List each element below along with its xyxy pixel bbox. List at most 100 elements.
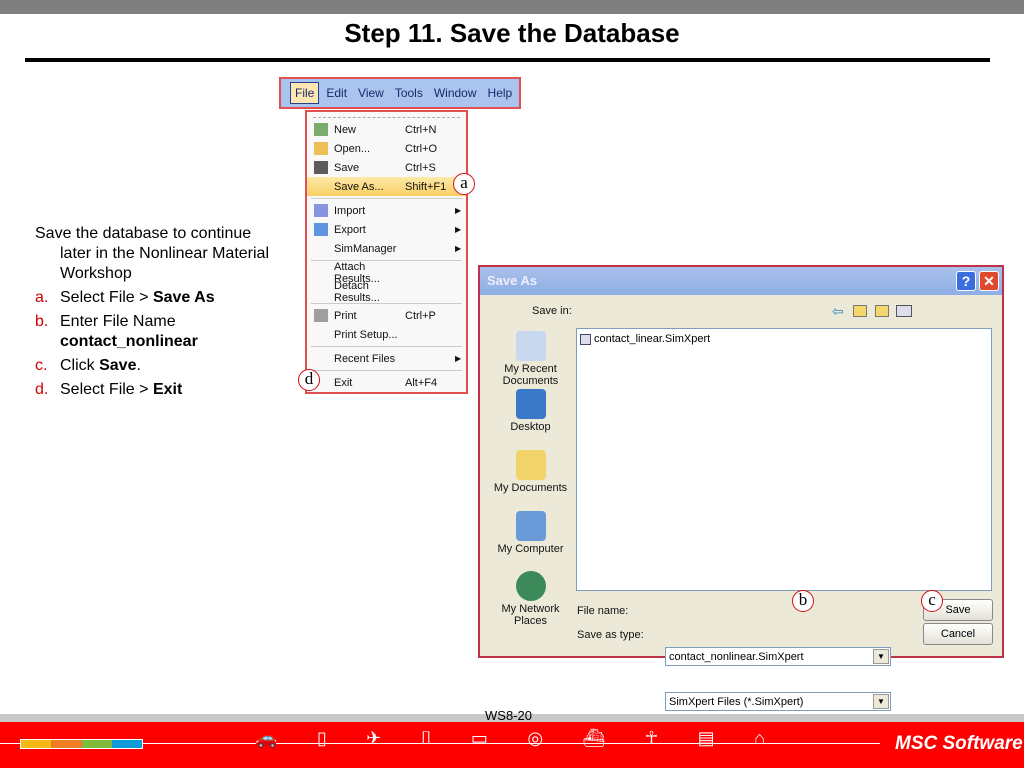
truck-icon: ▤ <box>697 728 715 748</box>
title-rule <box>25 58 990 62</box>
step-letter: d. <box>35 381 49 398</box>
menu-item-recent-files[interactable]: Recent Files ▶ <box>307 349 466 368</box>
desktop-icon <box>515 389 546 419</box>
save-as-type-value: SimXpert Files (*.SimXpert) <box>669 695 804 708</box>
menu-item-label: Save As... <box>334 180 384 193</box>
menu-item-label: Exit <box>334 376 353 389</box>
menu-item-label: Save <box>334 161 360 174</box>
msc-software-logo: MSC Software <box>895 733 1023 754</box>
menu-item-print[interactable]: Print Ctrl+P <box>307 306 466 325</box>
place-label: My Network Places <box>501 603 560 627</box>
file-item-name: contact_linear.SimXpert <box>594 333 711 345</box>
close-button[interactable]: ✕ <box>979 271 999 291</box>
phone-icon: ▯ <box>316 728 327 748</box>
place-my-computer[interactable]: My Computer <box>488 511 573 555</box>
menu-item-shortcut: Ctrl+O <box>405 142 438 155</box>
page-title: Step 11. Save the Database <box>344 18 680 48</box>
gear-icon: ◎ <box>527 728 544 748</box>
instructions: Save the database to continue later in t… <box>35 224 285 400</box>
save-as-type-select[interactable]: SimXpert Files (*.SimXpert) ▼ <box>665 692 891 711</box>
menu-item-label: Detach Results... <box>334 279 380 304</box>
blank-icon <box>314 285 328 298</box>
menu-separator <box>311 346 462 347</box>
menu-help[interactable]: Help <box>484 83 517 103</box>
file-list[interactable]: contact_linear.SimXpert <box>576 328 992 591</box>
place-network[interactable]: My Network Places <box>488 571 573 627</box>
menu-tools[interactable]: Tools <box>391 83 427 103</box>
file-item[interactable]: contact_linear.SimXpert <box>577 329 991 349</box>
blank-icon <box>314 266 328 279</box>
place-my-documents[interactable]: My Documents <box>488 450 573 494</box>
place-label: My Recent Documents <box>502 363 559 387</box>
place-recent[interactable]: My Recent Documents <box>488 331 573 387</box>
chevron-down-icon: ▼ <box>873 649 889 664</box>
menu-item-shortcut: Alt+F4 <box>405 376 438 389</box>
person-icon: ☥ <box>644 728 659 748</box>
dialog-title: Save As <box>487 273 538 288</box>
page-number: WS8-20 <box>485 708 532 723</box>
views-menu-icon[interactable] <box>896 305 912 317</box>
cancel-button[interactable]: Cancel <box>923 623 993 645</box>
instruction-step: a. Select File > Save As <box>35 288 285 308</box>
car-icon: 🚗 <box>255 728 278 748</box>
blank-icon <box>314 328 328 341</box>
new-folder-icon[interactable] <box>875 305 889 317</box>
menu-separator <box>311 198 462 199</box>
instruction-step: d. Select File > Exit <box>35 380 285 400</box>
menu-item-save[interactable]: Save Ctrl+S <box>307 158 466 177</box>
callout-a: a <box>453 173 475 195</box>
callout-c: c <box>921 590 943 612</box>
submenu-arrow-icon: ▶ <box>455 244 462 253</box>
blank-icon <box>314 180 328 193</box>
menu-item-label: Recent Files <box>334 352 396 365</box>
blank-icon <box>314 352 328 365</box>
menu-item-open[interactable]: Open... Ctrl+O <box>307 139 466 158</box>
menu-item-label: SimManager <box>334 242 397 255</box>
menu-item-label: Export <box>334 223 366 236</box>
step-text: Select File > Save As <box>60 289 215 306</box>
color-strip <box>20 739 143 749</box>
instruction-step: b. Enter File Name contact_nonlinear <box>35 312 285 352</box>
print-icon <box>314 309 328 322</box>
menu-item-label: Import <box>334 204 366 217</box>
file-name-value: contact_nonlinear.SimXpert <box>669 650 804 663</box>
menu-item-exit[interactable]: Exit Alt+F4 <box>307 373 466 392</box>
my-documents-icon <box>515 450 546 480</box>
menu-item-export[interactable]: Export ▶ <box>307 220 466 239</box>
file-name-input[interactable]: contact_nonlinear.SimXpert ▼ <box>665 647 891 666</box>
submenu-arrow-icon: ▶ <box>455 206 462 215</box>
save-in-label: Save in: <box>532 305 572 317</box>
chevron-down-icon: ▼ <box>873 694 889 709</box>
building-icon: ⌂ <box>754 728 765 748</box>
menu-window[interactable]: Window <box>430 83 481 103</box>
menu-item-simmanager[interactable]: SimManager ▶ <box>307 239 466 258</box>
menu-item-shortcut: Ctrl+S <box>405 161 436 174</box>
place-desktop[interactable]: Desktop <box>488 389 573 433</box>
menu-view[interactable]: View <box>354 83 388 103</box>
bottle-icon: ⌷ <box>420 728 432 748</box>
step-letter: c. <box>35 357 48 374</box>
menu-file[interactable]: File <box>290 82 320 104</box>
back-icon[interactable]: ⇦ <box>832 303 844 320</box>
menu-separator <box>311 370 462 371</box>
menu-item-label: Print <box>334 309 357 322</box>
up-folder-icon[interactable] <box>853 305 867 317</box>
menu-item-import[interactable]: Import ▶ <box>307 201 466 220</box>
footer-band: 🚗 ▯ ✈ ⌷ ▭ ◎ ⛴ ☥ ▤ ⌂ MSC Software <box>0 722 1024 768</box>
menu-item-print-setup[interactable]: Print Setup... <box>307 325 466 344</box>
menu-item-detach-results[interactable]: Detach Results... <box>307 279 466 304</box>
step-letter: a. <box>35 289 49 306</box>
callout-d: d <box>298 369 320 391</box>
step-text: Select File > Exit <box>60 381 183 398</box>
menu-item-save-as[interactable]: Save As... Shift+F1 <box>307 177 466 196</box>
ship-icon: ⛴ <box>582 728 606 748</box>
help-button[interactable]: ? <box>956 271 976 291</box>
import-icon <box>314 204 328 217</box>
menu-item-new[interactable]: New Ctrl+N <box>307 120 466 139</box>
menu-edit[interactable]: Edit <box>322 83 351 103</box>
menu-item-shortcut: Shift+F1 <box>405 180 447 193</box>
submenu-arrow-icon: ▶ <box>455 354 462 363</box>
menu-item-label: Open... <box>334 142 371 155</box>
industry-icons: 🚗 ▯ ✈ ⌷ ▭ ◎ ⛴ ☥ ▤ ⌂ <box>255 728 765 758</box>
blank-icon <box>314 242 328 255</box>
